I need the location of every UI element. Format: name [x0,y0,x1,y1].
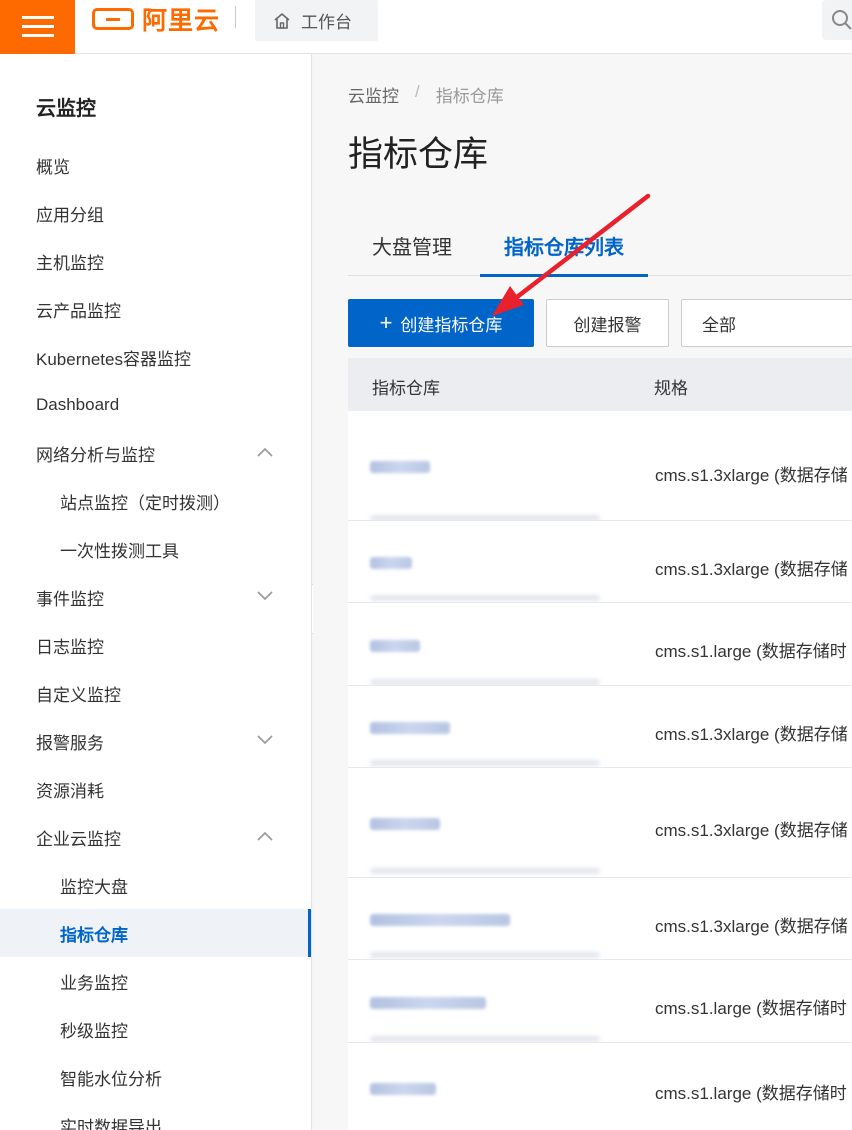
breadcrumb-root[interactable]: 云监控 [348,82,399,107]
warehouse-name-link[interactable] [370,818,440,830]
sidebar-item-dashboard[interactable]: Dashboard [0,381,311,429]
row-description [370,1036,600,1042]
aliyun-logo[interactable]: 阿里云 [92,6,220,35]
aliyun-logo-icon [92,8,134,30]
breadcrumb-separator: / [415,82,420,101]
sidebar-item-event-monitor[interactable]: 事件监控 [0,573,311,621]
sidebar-item-water-level-analysis[interactable]: 智能水位分析 [0,1053,311,1101]
chevron-up-icon [257,447,273,457]
spec-cell: cms.s1.3xlarge (数据存储 [655,725,848,744]
sidebar-item-second-level-monitor[interactable]: 秒级监控 [0,1005,311,1053]
sidebar-item-label: 报警服务 [36,733,104,753]
spec-cell: cms.s1.3xlarge (数据存储 [655,560,848,579]
chevron-down-icon [257,735,273,745]
sidebar-item-host-monitor[interactable]: 主机监控 [0,237,311,285]
sidebar-item-custom-monitor[interactable]: 自定义监控 [0,669,311,717]
warehouse-name-link[interactable] [370,914,510,926]
sidebar-item-label: 企业云监控 [36,829,121,849]
page-title: 指标仓库 [348,135,489,174]
column-header-spec: 规格 [654,379,688,398]
topbar-divider [235,6,236,28]
row-description [370,952,600,958]
sidebar-item-alarm-service[interactable]: 报警服务 [0,717,311,765]
sidebar-item-label: 网络分析与监控 [36,445,155,465]
sidebar-item-metric-warehouse[interactable]: 指标仓库 [0,909,311,957]
row-description [370,868,600,874]
row-description [370,679,600,685]
breadcrumb-current: 指标仓库 [435,87,504,106]
column-header-warehouse: 指标仓库 [372,379,440,398]
search-icon [832,10,852,30]
hamburger-menu-button[interactable] [0,0,75,54]
spec-cell: cms.s1.large (数据存储时 [655,642,847,661]
warehouse-name-link[interactable] [370,997,486,1009]
sidebar-item-realtime-export[interactable]: 实时数据导出 [0,1101,311,1130]
create-metric-warehouse-button[interactable]: + 创建指标仓库 [348,299,534,347]
top-navbar: 阿里云 工作台 [0,0,852,54]
main-content: 云监控 / 指标仓库 指标仓库 大盘管理 指标仓库列表 + 创建指标仓库 创建报… [313,54,852,1130]
warehouse-name-link[interactable] [370,1083,436,1095]
spec-cell: cms.s1.large (数据存储时 [655,999,847,1018]
row-description [370,760,600,766]
table-row: cms.s1.large (数据存储时 [348,960,852,1043]
spec-cell: cms.s1.3xlarge (数据存储 [655,917,848,936]
warehouse-name-link[interactable] [370,722,450,734]
sidebar-item-label: 事件监控 [36,589,104,609]
sidebar-item-enterprise-monitor[interactable]: 企业云监控 [0,813,311,861]
row-description [370,595,600,601]
logo-text: 阿里云 [142,7,221,35]
create-alarm-button[interactable]: 创建报警 [546,299,669,347]
sidebar-item-resource-usage[interactable]: 资源消耗 [0,765,311,813]
spec-cell: cms.s1.large (数据存储时 [655,1084,847,1103]
table-row: cms.s1.3xlarge (数据存储 [348,686,852,768]
sidebar: 云监控 概览 应用分组 主机监控 云产品监控 Kubernetes容器监控 Da… [0,54,312,1130]
hamburger-icon [21,16,54,38]
sidebar-item-overview[interactable]: 概览 [0,141,311,189]
metric-warehouse-table: 指标仓库 规格 cms.s1.3xlarge (数据存储 cms.s1.3xla… [348,358,852,1130]
table-row: cms.s1.3xlarge (数据存储 [348,878,852,960]
spec-cell: cms.s1.3xlarge (数据存储 [655,821,848,840]
table-row: cms.s1.3xlarge (数据存储 [348,411,852,521]
warehouse-name-link[interactable] [370,461,430,473]
sidebar-item-one-time-probe[interactable]: 一次性拨测工具 [0,525,311,573]
workbench-button[interactable]: 工作台 [255,0,378,41]
sidebar-item-business-monitor[interactable]: 业务监控 [0,957,311,1005]
workbench-label: 工作台 [301,13,352,32]
chevron-up-icon [257,831,273,841]
sidebar-item-kubernetes-monitor[interactable]: Kubernetes容器监控 [0,333,311,381]
home-icon [274,12,290,29]
plus-icon: + [379,310,393,335]
sidebar-item-monitor-dashboard[interactable]: 监控大盘 [0,861,311,909]
chevron-down-icon [257,591,273,601]
table-row: cms.s1.large (数据存储时 [348,603,852,686]
breadcrumb: 云监控 / 指标仓库 [348,82,504,107]
sidebar-item-app-groups[interactable]: 应用分组 [0,189,311,237]
sidebar-item-network-analysis[interactable]: 网络分析与监控 [0,429,311,477]
tab-bar: 大盘管理 指标仓库列表 [348,214,852,277]
sidebar-item-log-monitor[interactable]: 日志监控 [0,621,311,669]
warehouse-name-link[interactable] [370,640,420,652]
tab-metric-warehouse-list[interactable]: 指标仓库列表 [480,214,648,277]
table-row: cms.s1.3xlarge (数据存储 [348,768,852,878]
sidebar-title: 云监控 [36,98,96,120]
tab-dashboard-management[interactable]: 大盘管理 [372,214,452,276]
filter-select[interactable]: 全部 [681,299,852,347]
create-metric-warehouse-label: 创建指标仓库 [400,315,503,335]
spec-cell: cms.s1.3xlarge (数据存储 [655,466,848,485]
warehouse-name-link[interactable] [370,557,412,569]
global-search-button[interactable] [822,0,852,40]
table-header: 指标仓库 规格 [348,358,852,411]
sidebar-item-site-monitor[interactable]: 站点监控（定时拨测） [0,477,311,525]
table-row: cms.s1.large (数据存储时 [348,1043,852,1130]
table-row: cms.s1.3xlarge (数据存储 [348,521,852,603]
sidebar-item-cloud-product-monitor[interactable]: 云产品监控 [0,285,311,333]
